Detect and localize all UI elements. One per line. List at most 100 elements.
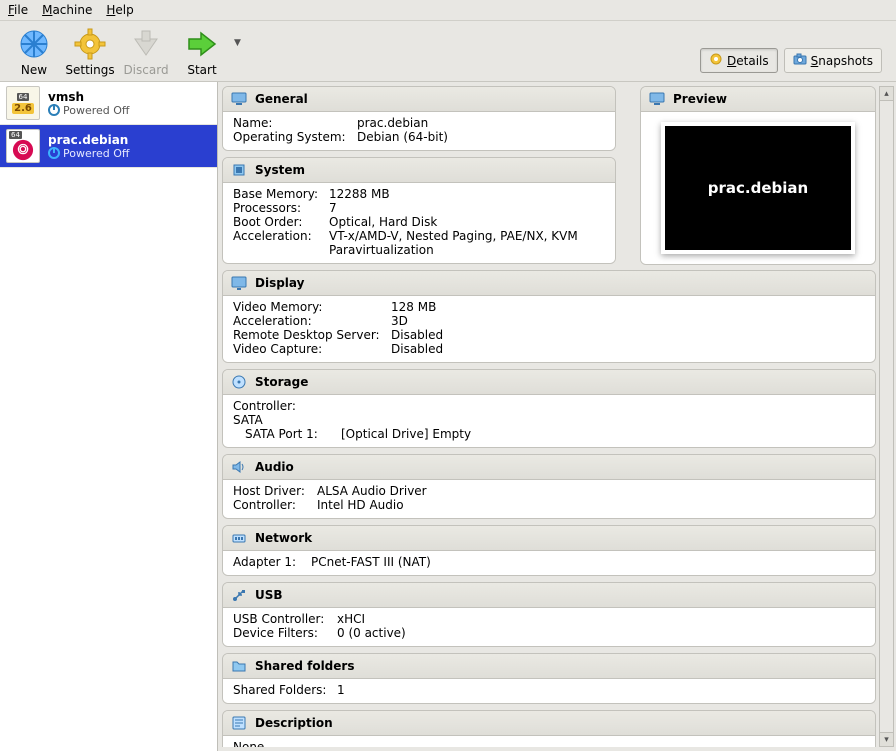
- field-value: PCnet-FAST III (NAT): [311, 555, 431, 569]
- discard-icon: [129, 27, 163, 61]
- field-value: SATA: [233, 413, 263, 427]
- snapshots-label: Snapshots: [811, 54, 873, 68]
- section-title: Display: [255, 276, 304, 290]
- description-icon: [231, 715, 247, 731]
- field-label: USB Controller:: [233, 612, 337, 626]
- field-label: Processors:: [233, 201, 329, 215]
- audio-section: Audio Host Driver:ALSA Audio Driver Cont…: [222, 454, 876, 519]
- section-title: General: [255, 92, 308, 106]
- field-label: Base Memory:: [233, 187, 329, 201]
- section-header[interactable]: Description: [223, 711, 875, 736]
- section-header[interactable]: Preview: [641, 87, 875, 112]
- field-label: Boot Order:: [233, 215, 329, 229]
- start-button[interactable]: Start: [174, 25, 230, 79]
- camera-icon: [793, 52, 807, 69]
- settings-button[interactable]: Settings: [62, 25, 118, 79]
- field-value: prac.debian: [357, 116, 428, 130]
- display-section: Display Video Memory:128 MB Acceleration…: [222, 270, 876, 363]
- system-section: System Base Memory:12288 MB Processors:7…: [222, 157, 616, 264]
- details-pane: General Name:prac.debian Operating Syste…: [218, 82, 896, 751]
- field-label: Host Driver:: [233, 484, 317, 498]
- menu-help[interactable]: Help: [106, 3, 133, 17]
- snapshots-toggle[interactable]: Snapshots: [784, 48, 882, 73]
- usb-section: USB USB Controller:xHCI Device Filters:0…: [222, 582, 876, 647]
- audio-icon: [231, 459, 247, 475]
- section-header[interactable]: USB: [223, 583, 875, 608]
- folder-icon: [231, 658, 247, 674]
- section-title: System: [255, 163, 305, 177]
- section-title: Shared folders: [255, 659, 354, 673]
- menu-file[interactable]: File: [8, 3, 28, 17]
- field-label: Adapter 1:: [233, 555, 311, 569]
- vm-list: 64 2.6 vmsh Powered Off 64 prac.debian P…: [0, 82, 218, 751]
- display-icon: [231, 275, 247, 291]
- monitor-icon: [649, 91, 665, 107]
- field-value: 1: [337, 683, 345, 697]
- section-title: Description: [255, 716, 333, 730]
- menu-machine[interactable]: Machine: [42, 3, 92, 17]
- new-icon: [17, 27, 51, 61]
- network-icon: [231, 530, 247, 546]
- field-value: [Optical Drive] Empty: [341, 427, 471, 441]
- new-button[interactable]: New: [6, 25, 62, 79]
- section-title: USB: [255, 588, 283, 602]
- monitor-icon: [231, 91, 247, 107]
- vm-name: vmsh: [48, 90, 130, 104]
- field-value: Disabled: [391, 328, 443, 342]
- field-label: Video Memory:: [233, 300, 391, 314]
- section-header[interactable]: Shared folders: [223, 654, 875, 679]
- section-title: Audio: [255, 460, 294, 474]
- toolbar: New Settings Discard Start ▼ Details Sna…: [0, 21, 896, 82]
- start-icon: [185, 27, 219, 61]
- preview-section: Preview prac.debian: [640, 86, 876, 265]
- network-section: Network Adapter 1:PCnet-FAST III (NAT): [222, 525, 876, 576]
- field-label: Name:: [233, 116, 357, 130]
- section-title: Preview: [673, 92, 727, 106]
- disk-icon: [231, 374, 247, 390]
- scroll-up-icon[interactable]: ▴: [880, 87, 893, 101]
- scroll-down-icon[interactable]: ▾: [880, 732, 893, 746]
- settings-label: Settings: [65, 63, 114, 77]
- section-header[interactable]: System: [223, 158, 615, 183]
- start-label: Start: [187, 63, 216, 77]
- start-dropdown-icon[interactable]: ▼: [234, 38, 241, 48]
- discard-label: Discard: [123, 63, 168, 77]
- preview-thumbnail[interactable]: prac.debian: [661, 122, 855, 254]
- details-toggle[interactable]: Details: [700, 48, 778, 73]
- section-title: Storage: [255, 375, 308, 389]
- menubar: File Machine Help: [0, 0, 896, 21]
- vm-list-item[interactable]: 64 2.6 vmsh Powered Off: [0, 82, 217, 125]
- field-value: Debian (64-bit): [357, 130, 448, 144]
- section-header[interactable]: Storage: [223, 370, 875, 395]
- storage-section: Storage Controller: SATA SATA Port 1:[Op…: [222, 369, 876, 448]
- preview-label: prac.debian: [708, 179, 808, 197]
- field-value: VT-x/AMD-V, Nested Paging, PAE/NX, KVM P…: [329, 229, 599, 257]
- section-header[interactable]: Display: [223, 271, 875, 296]
- description-text: None: [233, 740, 865, 747]
- field-label: Device Filters:: [233, 626, 337, 640]
- power-icon: [48, 104, 60, 116]
- field-label: Shared Folders:: [233, 683, 337, 697]
- field-label: Video Capture:: [233, 342, 391, 356]
- os-icon: 64: [6, 129, 40, 163]
- section-header[interactable]: General: [223, 87, 615, 112]
- gear-icon: [73, 27, 107, 61]
- scrollbar[interactable]: ▴ ▾: [879, 86, 894, 747]
- section-header[interactable]: Audio: [223, 455, 875, 480]
- section-header[interactable]: Network: [223, 526, 875, 551]
- field-label: SATA Port 1:: [233, 427, 341, 441]
- details-label: Details: [727, 54, 769, 68]
- section-title: Network: [255, 531, 312, 545]
- description-section: Description None: [222, 710, 876, 747]
- field-label: Operating System:: [233, 130, 357, 144]
- field-value: 12288 MB: [329, 187, 390, 201]
- discard-button: Discard: [118, 25, 174, 79]
- field-value: Disabled: [391, 342, 443, 356]
- field-value: Intel HD Audio: [317, 498, 404, 512]
- field-value: 7: [329, 201, 337, 215]
- field-label: Acceleration:: [233, 314, 391, 328]
- vm-list-item[interactable]: 64 prac.debian Powered Off: [0, 125, 217, 168]
- general-section: General Name:prac.debian Operating Syste…: [222, 86, 616, 151]
- usb-icon: [231, 587, 247, 603]
- chip-icon: [231, 162, 247, 178]
